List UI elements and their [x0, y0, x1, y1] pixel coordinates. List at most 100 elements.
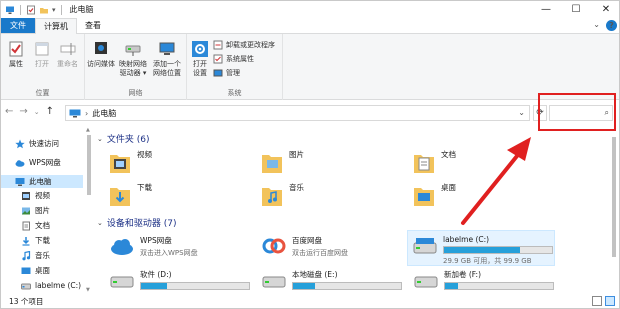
- drive-subtitle: 双击运行百度网盘: [292, 249, 348, 257]
- back-arrow-icon[interactable]: ←: [5, 106, 13, 117]
- chevron-down-icon: ⌄: [97, 218, 103, 227]
- forward-arrow-icon[interactable]: →: [19, 106, 27, 117]
- uninstall-program-button[interactable]: 卸载或更改程序: [213, 40, 275, 50]
- nav-item-videos[interactable]: 视频: [21, 189, 50, 202]
- chevron-down-icon[interactable]: ⌄: [34, 108, 40, 116]
- add-network-location-button[interactable]: 添加一个 网络位置: [153, 40, 181, 78]
- drive-usage-bar: [140, 282, 250, 290]
- map-network-drive-button[interactable]: 映射网络 驱动器 ▾: [119, 40, 147, 78]
- breadcrumb[interactable]: 此电脑: [92, 108, 116, 119]
- ribbon: 属性 打开 重命名 位置 访问媒体 映射网络 驱动器 ▾ 添加一个 网络位置 网…: [1, 34, 619, 100]
- access-media-label: 访问媒体: [87, 60, 115, 68]
- rename-button[interactable]: 重命名: [57, 40, 78, 69]
- tab-computer[interactable]: 计算机: [35, 18, 77, 34]
- scrollbar-thumb[interactable]: [612, 137, 616, 257]
- drive-c[interactable]: labelme (C:) 29.9 GB 可用，共 99.9 GB: [407, 230, 555, 266]
- drive-c-icon: [413, 238, 437, 254]
- address-bar[interactable]: › 此电脑 ⌄: [65, 105, 530, 121]
- open-settings-button[interactable]: 打开 设置: [191, 40, 209, 78]
- open-button[interactable]: 打开: [33, 40, 51, 69]
- system-properties-label: 系统属性: [226, 55, 254, 63]
- folder-desktop[interactable]: 桌面: [413, 182, 456, 208]
- folder-label: 视频: [137, 150, 152, 159]
- refresh-button[interactable]: ⟳: [533, 105, 547, 121]
- chevron-down-icon[interactable]: ▾: [52, 6, 56, 14]
- drive-baidu-cloud[interactable]: 百度网盘 双击运行百度网盘: [261, 235, 348, 258]
- toolbar-divider: [20, 4, 21, 15]
- item-count: 13 个项目: [9, 297, 44, 306]
- scroll-up-icon[interactable]: ▲: [86, 127, 90, 133]
- folder-pictures[interactable]: 图片: [261, 149, 304, 175]
- tab-view[interactable]: 查看: [77, 18, 109, 33]
- drive-d[interactable]: 软件 (D:): [109, 269, 250, 291]
- nav-item-documents[interactable]: 文档: [21, 219, 50, 232]
- drive-usage-fill: [293, 283, 315, 289]
- nav-item-wps-cloud[interactable]: WPS网盘: [15, 156, 61, 169]
- folder-label: 图片: [289, 150, 304, 159]
- open-icon: [35, 42, 49, 56]
- system-properties-button[interactable]: 系统属性: [213, 54, 254, 64]
- folder-music[interactable]: 音乐: [261, 182, 304, 208]
- nav-item-drive-c[interactable]: labelme (C:): [21, 279, 81, 292]
- search-box[interactable]: ⌕: [549, 105, 613, 121]
- drive-label: WPS网盘: [140, 236, 172, 245]
- nav-item-label: 下载: [35, 236, 50, 245]
- drive-usage-fill: [141, 283, 167, 289]
- content-scrollbar[interactable]: [609, 127, 619, 293]
- nav-item-downloads[interactable]: 下载: [21, 234, 50, 247]
- window-controls: — ☐ ✕: [531, 1, 619, 18]
- search-icon[interactable]: ⌕: [605, 108, 609, 118]
- add-network-location-line1: 添加一个: [153, 60, 181, 68]
- drive-e[interactable]: 本地磁盘 (E:): [261, 269, 402, 291]
- drive-icon: [21, 283, 31, 289]
- drive-usage-fill: [444, 247, 520, 253]
- nav-item-quick-access[interactable]: 快速访问: [15, 137, 59, 150]
- drive-wps-cloud[interactable]: WPS网盘 双击进入WPS网盘: [109, 235, 198, 258]
- search-input[interactable]: [550, 106, 602, 120]
- content-pane: ⌄ 文件夹 (6) 视频 图片 文档 下载 音乐 桌面 ⌄ 设备和驱动器 (7)…: [95, 127, 609, 293]
- chevron-down-icon[interactable]: ⌄: [593, 20, 600, 31]
- toolbar-divider: [60, 4, 62, 15]
- nav-item-this-pc[interactable]: 此电脑: [1, 175, 83, 188]
- details-view-icon[interactable]: [592, 296, 602, 306]
- chevron-down-icon[interactable]: ⌄: [518, 108, 525, 117]
- scrollbar-thumb[interactable]: [87, 135, 91, 195]
- close-button[interactable]: ✕: [591, 1, 619, 18]
- desktop-folder-icon: [414, 188, 434, 206]
- tiles-view-icon[interactable]: [605, 296, 615, 306]
- nav-item-music[interactable]: 音乐: [21, 249, 50, 262]
- folder-label: 音乐: [289, 183, 304, 192]
- nav-scrollbar[interactable]: ▲ ▼: [85, 127, 93, 293]
- map-network-drive-label: 映射网络 驱动器 ▾: [119, 60, 147, 77]
- maximize-button[interactable]: ☐: [561, 1, 591, 18]
- drive-f[interactable]: 新加卷 (F:): [413, 269, 554, 291]
- manage-icon: [213, 69, 223, 77]
- access-media-button[interactable]: 访问媒体: [87, 40, 115, 69]
- new-folder-icon[interactable]: [39, 5, 49, 15]
- rename-label: 重命名: [57, 60, 78, 68]
- drive-label: 新加卷 (F:): [444, 270, 481, 279]
- folders-section-header[interactable]: ⌄ 文件夹 (6): [97, 132, 150, 146]
- drive-label: 本地磁盘 (E:): [292, 270, 338, 279]
- minimize-button[interactable]: —: [531, 1, 561, 18]
- add-network-location-icon: [159, 42, 175, 55]
- help-icon[interactable]: ?: [606, 20, 617, 31]
- group-label-system: 系统: [227, 89, 242, 97]
- folder-documents[interactable]: 文档: [413, 149, 456, 175]
- properties-button[interactable]: 属性: [7, 40, 25, 69]
- properties-icon[interactable]: [26, 5, 36, 15]
- folder-videos[interactable]: 视频: [109, 149, 152, 175]
- folder-downloads[interactable]: 下载: [109, 182, 152, 208]
- nav-item-pictures[interactable]: 图片: [21, 204, 50, 217]
- breadcrumb-chevron-icon[interactable]: ›: [85, 109, 88, 118]
- drives-section-header[interactable]: ⌄ 设备和驱动器 (7): [97, 216, 177, 230]
- properties-label: 属性: [9, 60, 23, 68]
- ribbon-group-network: 访问媒体 映射网络 驱动器 ▾ 添加一个 网络位置 网络: [85, 34, 187, 100]
- manage-button[interactable]: 管理: [213, 68, 240, 78]
- drive-label: 软件 (D:): [140, 270, 172, 279]
- tab-file[interactable]: 文件: [1, 18, 35, 33]
- nav-item-desktop[interactable]: 桌面: [21, 264, 50, 277]
- drive-info: 软件 (D:): [140, 269, 250, 290]
- up-arrow-icon[interactable]: ↑: [46, 106, 54, 117]
- title-bar: ▾ 此电脑 — ☐ ✕: [1, 1, 619, 18]
